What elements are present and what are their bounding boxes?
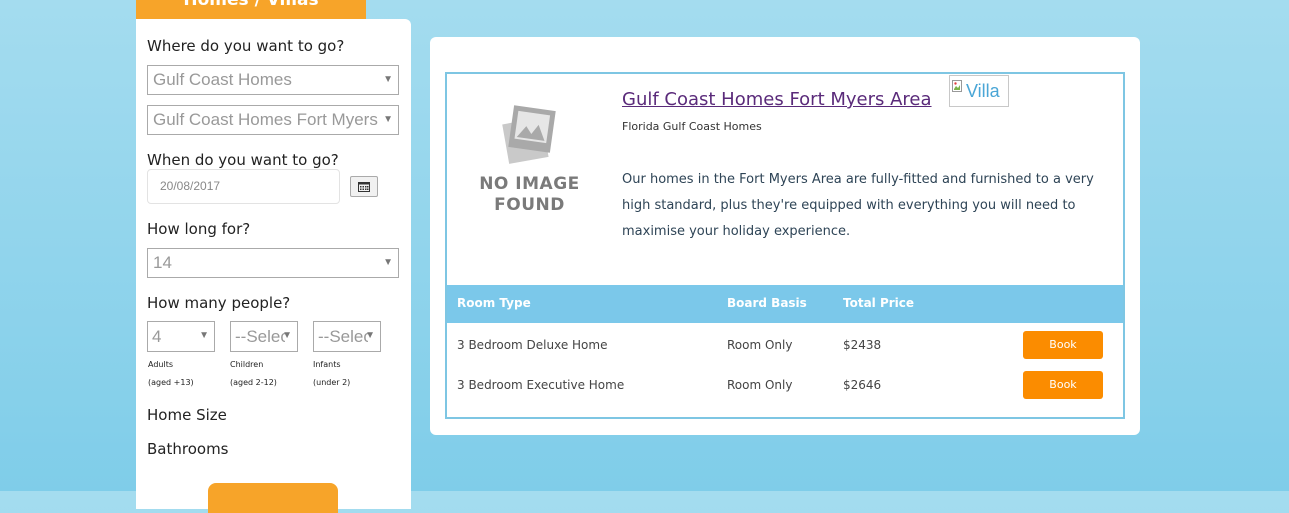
how-long-label: How long for? (147, 220, 251, 238)
infants-label: Infants (313, 360, 341, 369)
board-basis-cell: Room Only (727, 338, 793, 352)
search-sidebar: Where do you want to go? Gulf Coast Home… (136, 19, 411, 513)
board-basis-cell: Room Only (727, 378, 793, 392)
homes-villas-tab[interactable]: Homes / Villas (136, 0, 366, 19)
chevron-down-icon: ▼ (282, 330, 292, 341)
no-image-text: NO IMAGE FOUND (479, 174, 580, 215)
nights-select[interactable]: 14 ▼ (147, 248, 399, 278)
book-button[interactable]: Book (1023, 331, 1103, 359)
villa-badge-alt-text: Villa (966, 81, 1000, 101)
home-size-filter[interactable]: Home Size (147, 406, 227, 424)
children-label: Children (230, 360, 264, 369)
calendar-button[interactable] (350, 176, 378, 197)
no-image-placeholder: NO IMAGE FOUND (477, 104, 582, 219)
homes-villas-tab-label: Homes / Villas (183, 0, 319, 10)
children-note: (aged 2-12) (230, 378, 277, 387)
adults-note: (aged +13) (148, 378, 194, 387)
children-select[interactable]: --Select-- ▼ (230, 321, 298, 352)
area-select[interactable]: Gulf Coast Homes Fort Myers Area ▼ (147, 105, 399, 135)
region-select-value: Gulf Coast Homes (153, 70, 292, 89)
region-select[interactable]: Gulf Coast Homes ▼ (147, 65, 399, 95)
room-type-cell: 3 Bedroom Executive Home (457, 378, 625, 392)
bathrooms-filter[interactable]: Bathrooms (147, 440, 229, 458)
price-cell: $2438 (843, 338, 882, 352)
villa-badge-image: Villa (949, 75, 1009, 107)
col-total-price: Total Price (843, 296, 915, 310)
room-type-cell: 3 Bedroom Deluxe Home (457, 338, 608, 352)
search-button[interactable] (208, 483, 338, 513)
area-select-value: Gulf Coast Homes Fort Myers Area (153, 110, 381, 129)
date-input[interactable]: 20/08/2017 (147, 169, 340, 204)
col-board-basis: Board Basis (727, 296, 807, 310)
results-panel: NO IMAGE FOUND Gulf Coast Homes Fort Mye… (430, 37, 1140, 435)
price-cell: $2646 (843, 378, 882, 392)
adults-select-value: 4 (152, 327, 162, 346)
property-subtitle: Florida Gulf Coast Homes (622, 120, 762, 133)
calendar-icon (358, 182, 370, 192)
people-label: How many people? (147, 294, 291, 312)
adults-label: Adults (148, 360, 174, 369)
table-row: 3 Bedroom Deluxe Home Room Only $2438 Bo… (447, 326, 1123, 366)
chevron-down-icon: ▼ (383, 257, 393, 268)
table-row: 3 Bedroom Executive Home Room Only $2646… (447, 366, 1123, 406)
when-label: When do you want to go? (147, 151, 339, 169)
col-room-type: Room Type (457, 296, 531, 310)
property-description: Our homes in the Fort Myers Area are ful… (622, 172, 1094, 239)
chevron-down-icon: ▼ (383, 74, 393, 85)
property-card: NO IMAGE FOUND Gulf Coast Homes Fort Mye… (445, 72, 1125, 419)
broken-image-icon (952, 80, 962, 92)
where-label: Where do you want to go? (147, 37, 345, 55)
adults-select[interactable]: 4 ▼ (147, 321, 215, 352)
infants-select[interactable]: --Select-- ▼ (313, 321, 381, 352)
chevron-down-icon: ▼ (199, 330, 209, 341)
rates-table-header: Room Type Board Basis Total Price (447, 285, 1123, 323)
book-button[interactable]: Book (1023, 371, 1103, 399)
photo-placeholder-icon (502, 105, 556, 164)
infants-note: (under 2) (313, 378, 351, 387)
chevron-down-icon: ▼ (365, 330, 375, 341)
chevron-down-icon: ▼ (383, 114, 393, 125)
infants-select-value: --Select-- (318, 327, 368, 346)
property-title-link[interactable]: Gulf Coast Homes Fort Myers Area (622, 89, 932, 110)
nights-select-value: 14 (153, 253, 172, 272)
children-select-value: --Select-- (235, 327, 285, 346)
